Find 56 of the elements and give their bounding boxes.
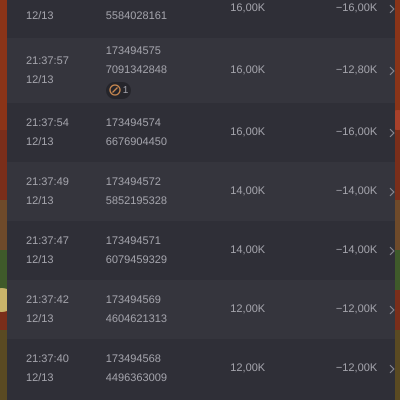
chevron-right-icon — [389, 66, 396, 76]
date-text: 12/13 — [26, 312, 55, 327]
transaction-row[interactable]: 21:37:42 12/13 173494569 4604621313 12,00K −12,00K — [7, 280, 395, 339]
time-text: 21:37:57 — [26, 54, 70, 68]
transaction-row[interactable]: 21:37:47 12/13 173494571 6079459329 14,00K −14,00K — [7, 221, 395, 280]
date-text: 12/13 — [26, 135, 55, 150]
order-id-text: 5584028161 — [106, 9, 168, 24]
net-amount-text: −16,00K — [334, 125, 378, 140]
transaction-row[interactable]: 21:37:49 12/13 173494572 5852195328 14,00K −14,00K — [7, 162, 395, 221]
net-amount-text: −12,80K — [334, 63, 378, 78]
net-amount-text: −14,00K — [334, 184, 378, 200]
time-text: 21:37:54 — [26, 116, 70, 130]
amount-text: 12,00K — [230, 361, 266, 376]
order-id-text: 5852195328 — [106, 194, 168, 209]
transaction-row[interactable]: 21:37:57 12/13 173494575 7091342848 1 16,00K −12,80K — [7, 38, 395, 103]
date-text: 12/13 — [26, 253, 55, 268]
date-text: 12/13 — [26, 73, 55, 88]
net-amount-text: −14,00K — [334, 243, 378, 258]
chevron-right-icon — [389, 304, 396, 314]
order-id-text: 173494575 — [106, 44, 162, 58]
time-text: 21:37:42 — [26, 292, 70, 308]
date-text: 12/13 — [26, 9, 55, 24]
amount-text: 16,00K — [230, 63, 266, 78]
slashed-circle-icon — [108, 84, 121, 96]
net-amount-text: −16,00K — [334, 1, 378, 16]
order-id-text: 6079459329 — [106, 253, 168, 268]
amount-text: 14,00K — [230, 243, 266, 258]
time-text: 21:37:40 — [26, 352, 70, 366]
transaction-row[interactable]: 12/13 5584028161 16,00K −16,00K — [7, 0, 395, 38]
transaction-row[interactable]: 21:37:40 12/13 173494568 4496363009 12,00K −12,00K — [7, 339, 395, 398]
order-id-text: 6676904450 — [106, 135, 168, 150]
chevron-right-icon — [389, 128, 396, 138]
chevron-right-icon — [389, 186, 396, 196]
amount-text: 16,00K — [230, 125, 266, 140]
date-text: 12/13 — [26, 371, 55, 386]
time-text: 21:37:47 — [26, 234, 70, 248]
chevron-right-icon — [389, 4, 396, 14]
count-badge: 1 — [106, 82, 132, 98]
order-id-text: 7091342848 — [106, 63, 168, 78]
amount-text: 16,00K — [230, 1, 266, 16]
date-text: 12/13 — [26, 194, 55, 209]
chevron-right-icon — [389, 246, 396, 256]
net-amount-text: −12,00K — [334, 361, 378, 376]
net-amount-text: −12,00K — [334, 302, 378, 318]
order-id-text: 173494569 — [106, 292, 162, 308]
order-id-text: 173494568 — [106, 352, 162, 366]
order-id-text: 4604621313 — [106, 312, 168, 327]
order-id-text: 173494574 — [106, 116, 162, 130]
time-text: 21:37:49 — [26, 174, 70, 190]
chevron-right-icon — [389, 364, 396, 374]
transaction-row[interactable]: 21:37:54 12/13 173494574 6676904450 16,00K −16,00K — [7, 103, 395, 162]
amount-text: 12,00K — [230, 302, 266, 318]
amount-text: 14,00K — [230, 184, 266, 200]
order-id-text: 4496363009 — [106, 371, 168, 386]
order-id-text: 173494572 — [106, 174, 162, 190]
order-id-text: 173494571 — [106, 234, 162, 248]
